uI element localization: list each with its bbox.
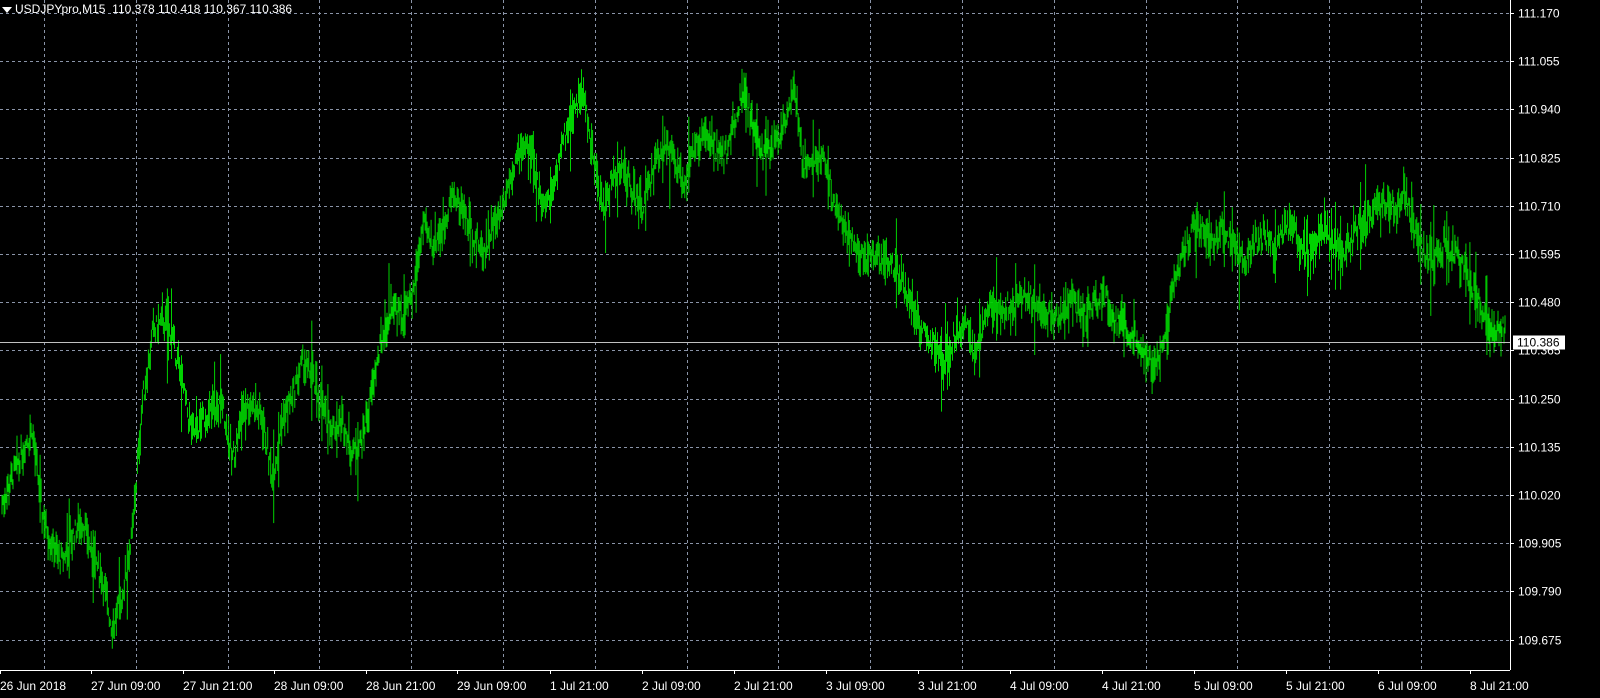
x-tick-label: 5 Jul 09:00 <box>1194 679 1253 693</box>
x-tick-label: 27 Jun 21:00 <box>183 679 253 693</box>
symbol-label: USDJPYpro,M15 <box>15 2 106 16</box>
y-tick-label: 109.790 <box>1518 585 1562 599</box>
x-tick-label: 4 Jul 09:00 <box>1010 679 1069 693</box>
y-tick-label: 110.250 <box>1518 393 1561 407</box>
x-tick-label: 1 Jul 21:00 <box>550 679 609 693</box>
x-tick-label: 8 Jul 21:00 <box>1470 679 1529 693</box>
x-tick-label: 6 Jul 09:00 <box>1378 679 1437 693</box>
chart-background <box>0 0 1600 698</box>
current-price-label: 110.386 <box>1517 336 1560 350</box>
x-tick-label: 3 Jul 09:00 <box>826 679 885 693</box>
x-tick-label: 27 Jun 09:00 <box>91 679 161 693</box>
price-chart[interactable]: 111.170 111.055 110.940 110.825 110.710 110.5… <box>0 0 1600 698</box>
x-tick-label: 28 Jun 21:00 <box>366 679 436 693</box>
x-tick-label: 2 Jul 21:00 <box>734 679 793 693</box>
x-tick-label: 29 Jun 09:00 <box>457 679 527 693</box>
x-tick-label: 26 Jun 2018 <box>0 679 66 693</box>
y-tick-label: 110.480 <box>1518 296 1561 310</box>
y-tick-label: 110.710 <box>1518 200 1561 214</box>
x-tick-label: 5 Jul 21:00 <box>1286 679 1345 693</box>
x-tick-label: 28 Jun 09:00 <box>274 679 344 693</box>
y-tick-label: 110.135 <box>1518 441 1561 455</box>
x-tick-label: 2 Jul 09:00 <box>642 679 701 693</box>
y-tick-label: 111.055 <box>1518 55 1560 69</box>
chevron-down-icon[interactable] <box>2 6 12 13</box>
y-tick-label: 109.905 <box>1518 537 1562 551</box>
x-tick-label: 3 Jul 21:00 <box>918 679 977 693</box>
y-tick-label: 110.940 <box>1518 103 1561 117</box>
y-tick-label: 110.020 <box>1518 489 1561 503</box>
chart-header: USDJPYpro,M15 110.378 110.418 110.367 11… <box>2 2 292 16</box>
x-tick-label: 4 Jul 21:00 <box>1102 679 1161 693</box>
y-tick-label: 109.675 <box>1518 634 1562 648</box>
y-tick-label: 110.825 <box>1518 152 1561 166</box>
ohlc-readout: 110.378 110.418 110.367 110.386 <box>112 2 293 16</box>
y-tick-label: 110.595 <box>1518 248 1561 262</box>
y-tick-label: 111.170 <box>1518 7 1560 21</box>
